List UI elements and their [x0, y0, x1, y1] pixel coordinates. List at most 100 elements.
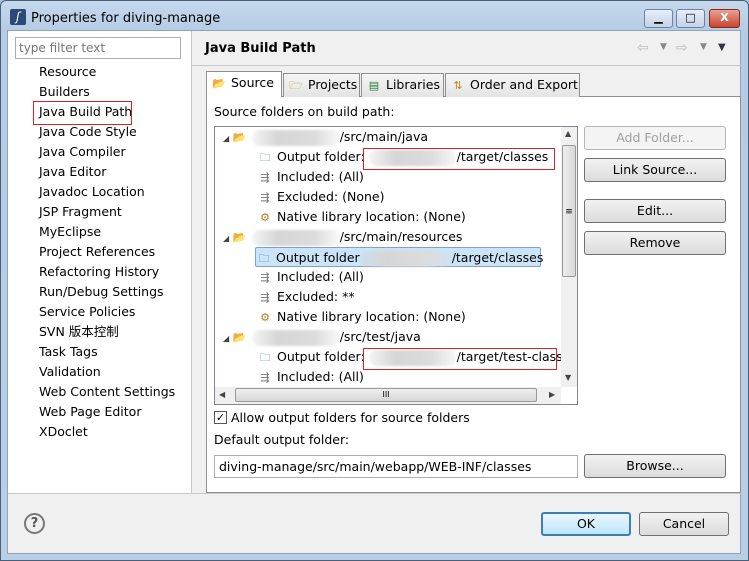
output-folder-icon: 🗀: [258, 251, 270, 265]
close-button[interactable]: X: [709, 9, 740, 28]
maximize-button[interactable]: □: [676, 9, 705, 28]
tree-row-label: Included: (All): [277, 369, 364, 384]
app-icon: ʃ: [10, 9, 26, 25]
source-folders-label: Source folders on build path:: [214, 104, 395, 119]
forward-icon[interactable]: ⇨: [676, 40, 688, 56]
source-tree[interactable]: ◢ 📂 /src/main/java 🗀 Output folder: /target…: [214, 126, 578, 405]
nav-item[interactable]: Web Page Editor: [39, 403, 141, 421]
title-bar: ʃ Properties for diving-manage ▁ □ X: [1, 1, 748, 31]
forward-menu-icon[interactable]: ▼: [700, 42, 707, 52]
default-output-field[interactable]: diving-manage/src/main/webapp/WEB-INF/cl…: [214, 455, 578, 478]
nav-item[interactable]: Refactoring History: [39, 263, 159, 281]
nav-item[interactable]: Java Compiler: [39, 143, 126, 161]
tree-row[interactable]: ⇶ Included: (All): [257, 267, 364, 287]
native-library-icon: ⚙: [260, 310, 270, 324]
tree-row[interactable]: ⇶ Included: (All): [257, 367, 364, 387]
help-icon[interactable]: ?: [24, 513, 45, 534]
tab-source[interactable]: 📂 Source: [206, 71, 282, 97]
footer-separator: [8, 493, 741, 494]
redacted-path: [359, 250, 452, 267]
browse-button[interactable]: Browse...: [584, 454, 726, 478]
back-menu-icon[interactable]: ▼: [660, 42, 667, 52]
projects-icon: 🗁: [289, 78, 303, 92]
remove-button[interactable]: Remove: [584, 231, 726, 255]
source-icon: 📂: [212, 76, 226, 90]
tree-row-label: Output folder:: [277, 349, 369, 364]
window-title: Properties for diving-manage: [31, 11, 221, 26]
nav-item[interactable]: JSP Fragment: [39, 203, 122, 221]
tree-row[interactable]: ◢ 📂 /src/main/resources: [223, 227, 462, 247]
nav-item[interactable]: MyEclipse: [39, 223, 101, 241]
minimize-button[interactable]: ▁: [644, 9, 673, 28]
highlight-box: [363, 348, 557, 370]
tree-row-label: /src/main/java: [339, 129, 429, 144]
order-icon: ⇅: [453, 78, 463, 92]
expand-icon[interactable]: ◢: [223, 334, 232, 343]
ok-button[interactable]: OK: [541, 512, 631, 536]
tab-libraries[interactable]: ▤ Libraries: [361, 73, 444, 97]
nav-item[interactable]: Java Editor: [39, 163, 106, 181]
vertical-scrollbar[interactable]: ▲ ≡ ▼: [561, 127, 577, 387]
output-folder-icon: 🗀: [259, 150, 271, 164]
cancel-button[interactable]: Cancel: [639, 512, 729, 536]
nav-item[interactable]: Resource: [39, 63, 96, 81]
nav-item[interactable]: Builders: [39, 83, 90, 101]
nav-item[interactable]: XDoclet: [39, 423, 88, 441]
tree-row-label: Native library location: (None): [277, 209, 466, 224]
scroll-up-icon[interactable]: ▲: [565, 129, 571, 138]
allow-output-checkbox[interactable]: ✓: [214, 411, 227, 424]
view-menu-icon[interactable]: ▼: [718, 42, 726, 53]
edit-button[interactable]: Edit...: [584, 199, 726, 223]
tab-projects[interactable]: 🗁 Projects: [283, 73, 360, 97]
nav-item[interactable]: Java Code Style: [39, 123, 137, 141]
tree-row[interactable]: ◢ 📂 /src/main/java: [223, 127, 428, 147]
tab-label: Order and Export: [470, 77, 578, 92]
tree-row[interactable]: ⇶ Included: (All): [257, 167, 364, 187]
scroll-down-icon[interactable]: ▼: [565, 373, 571, 382]
tree-row[interactable]: ⇶ Excluded: **: [257, 287, 355, 307]
excluded-icon: ⇶: [260, 190, 270, 204]
tree-row-label: Included: (All): [277, 169, 364, 184]
tree-row[interactable]: 🗀 Output folder/target/classes: [255, 247, 543, 267]
panel-divider[interactable]: [191, 31, 192, 493]
tree-row[interactable]: ⚙ Native library location: (None): [257, 307, 466, 327]
tree-row-label: Excluded: **: [277, 289, 355, 304]
scroll-right-icon[interactable]: ▶: [549, 390, 555, 399]
tab-order-export[interactable]: ⇅ Order and Export: [445, 73, 580, 97]
filter-input[interactable]: [15, 37, 181, 59]
nav-item[interactable]: Web Content Settings: [39, 383, 175, 401]
tree-row[interactable]: ⇶ Excluded: (None): [257, 187, 384, 207]
nav-item[interactable]: Validation: [39, 363, 101, 381]
tab-label: Source: [231, 75, 274, 90]
back-icon[interactable]: ⇦: [637, 40, 649, 56]
link-source-button[interactable]: Link Source...: [584, 158, 726, 182]
libraries-icon: ▤: [368, 78, 380, 92]
nav-item[interactable]: SVN 版本控制: [39, 323, 119, 341]
nav-item[interactable]: Run/Debug Settings: [39, 283, 164, 301]
package-folder-icon: 📂: [232, 130, 247, 144]
tree-row[interactable]: ◢ 📂 /src/test/java: [223, 327, 421, 347]
allow-output-label: Allow output folders for source folders: [231, 410, 470, 425]
horizontal-scrollbar[interactable]: ◀ III ▶: [215, 387, 561, 404]
expand-icon[interactable]: ◢: [223, 234, 232, 243]
scroll-left-icon[interactable]: ◀: [219, 390, 225, 399]
nav-item[interactable]: Service Policies: [39, 303, 135, 321]
nav-item[interactable]: Javadoc Location: [39, 183, 145, 201]
nav-item[interactable]: Project References: [39, 243, 155, 261]
nav-item[interactable]: Task Tags: [39, 343, 98, 361]
tree-row-label: /src/main/resources: [339, 229, 463, 244]
header-separator: [192, 65, 741, 66]
tree-row-label: Included: (All): [277, 269, 364, 284]
tab-label: Projects: [308, 77, 358, 92]
horizontal-scroll-thumb[interactable]: III: [235, 388, 537, 402]
vertical-scroll-thumb[interactable]: ≡: [562, 145, 576, 277]
highlight-box: [363, 148, 555, 170]
redacted-project: [251, 329, 340, 346]
expand-icon[interactable]: ◢: [223, 134, 232, 143]
package-folder-icon: 📂: [232, 230, 247, 244]
included-icon: ⇶: [260, 270, 270, 284]
tree-row[interactable]: ⚙ Native library location: (None): [257, 207, 466, 227]
page-title: Java Build Path: [205, 41, 316, 56]
add-folder-button[interactable]: Add Folder...: [584, 126, 726, 150]
tab-label: Libraries: [386, 77, 440, 92]
